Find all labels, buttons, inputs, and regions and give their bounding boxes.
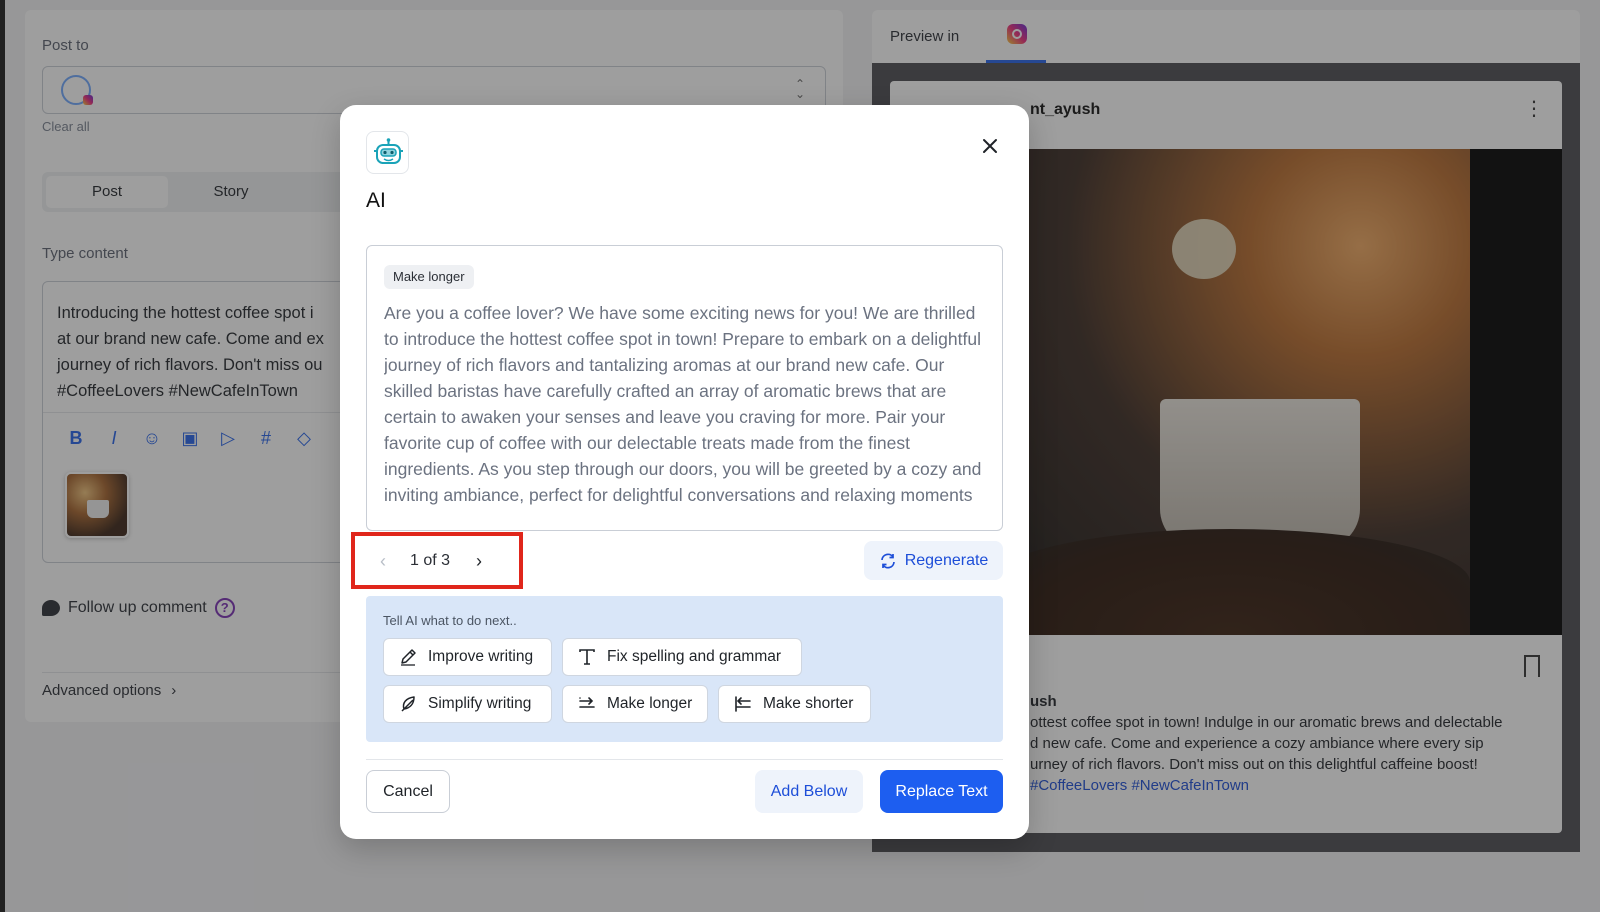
ai-modal: AI Make longer Are you a coffee lover? W… <box>340 105 1029 839</box>
arrow-expand-icon <box>579 697 595 708</box>
ai-result-box[interactable]: Make longer Are you a coffee lover? We h… <box>366 245 1003 531</box>
improve-writing-label: Improve writing <box>428 648 534 665</box>
footer-divider <box>366 759 1003 760</box>
cancel-button[interactable]: Cancel <box>366 770 450 813</box>
suggestion-prompt: Tell AI what to do next.. <box>383 613 517 628</box>
simplify-writing-button[interactable]: Simplify writing <box>383 685 552 723</box>
pen-icon <box>401 649 416 666</box>
feather-icon <box>401 696 415 712</box>
result-action-chip: Make longer <box>384 265 474 289</box>
pager-highlight-box <box>351 532 523 589</box>
suggestion-panel: Tell AI what to do next.. Improve writin… <box>366 596 1003 742</box>
add-below-button[interactable]: Add Below <box>755 770 863 813</box>
arrow-collapse-icon <box>735 696 751 712</box>
ai-result-text[interactable]: Are you a coffee lover? We have some exc… <box>384 300 984 512</box>
close-icon[interactable] <box>977 133 1003 159</box>
fix-spelling-button[interactable]: Fix spelling and grammar <box>562 638 802 676</box>
make-shorter-button[interactable]: Make shorter <box>718 685 871 723</box>
replace-text-button[interactable]: Replace Text <box>880 770 1003 813</box>
improve-writing-button[interactable]: Improve writing <box>383 638 552 676</box>
refresh-icon <box>880 552 895 569</box>
make-shorter-label: Make shorter <box>763 695 854 712</box>
simplify-writing-label: Simplify writing <box>428 695 532 712</box>
modal-title: AI <box>366 189 386 212</box>
make-longer-button[interactable]: Make longer <box>562 685 708 723</box>
robot-icon <box>366 131 409 174</box>
regenerate-label: Regenerate <box>904 551 989 569</box>
fix-spelling-label: Fix spelling and grammar <box>607 648 782 665</box>
regenerate-button[interactable]: Regenerate <box>864 541 1003 580</box>
text-icon <box>579 649 595 665</box>
make-longer-label: Make longer <box>607 695 693 712</box>
